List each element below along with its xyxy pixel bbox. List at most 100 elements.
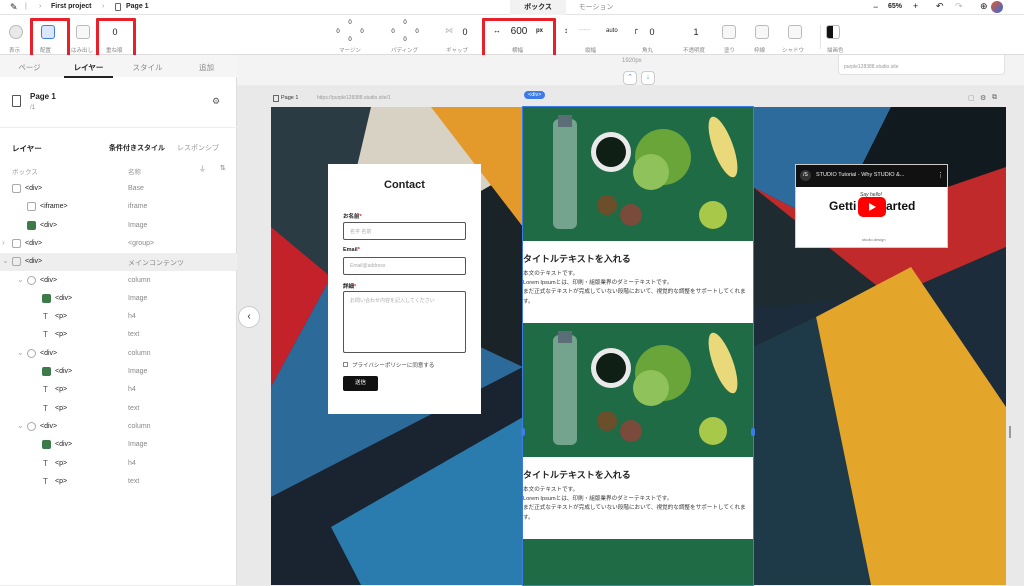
pencil-icon[interactable]: ✎	[10, 2, 18, 13]
layer-tag: <div>	[25, 185, 43, 192]
arrow-down-icon[interactable]: ↓	[641, 71, 655, 85]
margin-right[interactable]: 0	[358, 29, 366, 35]
layer-row[interactable]: T <p> text	[0, 400, 237, 418]
add-icon[interactable]: ⊕	[980, 1, 988, 12]
conditional-style-tab[interactable]: 条件付きスタイル	[109, 143, 165, 153]
responsive-tab[interactable]: レスポンシブ	[177, 143, 219, 153]
height-unit[interactable]: auto	[606, 28, 618, 34]
layer-row[interactable]: ⌄ <div> column	[0, 418, 237, 436]
column-1-text: 本文のテキストです。 Lorem Ipsumとは、印刷・組版業界のダミーテキストで…	[523, 271, 746, 305]
tab-styles[interactable]: スタイル	[118, 62, 177, 73]
zoom-out-button[interactable]: −	[873, 2, 878, 12]
collapse-sidebar-button[interactable]: ‹	[238, 306, 260, 328]
detail-textarea[interactable]: お問い合わせ内容を記入してください	[343, 291, 466, 353]
layer-tag: <div>	[40, 349, 58, 357]
settings-icon[interactable]: ⚙	[212, 96, 220, 107]
chevron-down-icon[interactable]: ⌄	[2, 256, 9, 265]
layer-row[interactable]: T <p> h4	[0, 455, 237, 473]
page-title: Page 1	[30, 92, 56, 101]
avatar[interactable]	[991, 1, 1003, 13]
layer-row[interactable]: ⌄ <div> column	[0, 345, 237, 363]
food-image	[523, 107, 753, 241]
resize-handle-right[interactable]	[751, 428, 755, 436]
tab-motion[interactable]: モーション	[566, 0, 626, 15]
layer-row[interactable]: ⌄ <div> メインコンテンツ	[0, 253, 237, 272]
chevron-down-icon[interactable]: ⌄	[17, 348, 24, 357]
frame-settings-icon[interactable]: ⚙	[980, 94, 986, 102]
chevron-right-icon[interactable]: ›	[2, 238, 5, 247]
youtube-embed[interactable]: /S STUDIO Tutorial - Why STUDIO &... ⋮ S…	[795, 164, 948, 248]
layer-row[interactable]: <div> Image	[0, 436, 237, 454]
margin-top[interactable]: 0	[346, 20, 354, 26]
more-icon[interactable]: ⋮	[937, 171, 944, 179]
tab-box[interactable]: ボックス	[510, 0, 566, 15]
tab-layers[interactable]: レイヤー	[59, 62, 118, 78]
chevron-down-icon[interactable]: ⌄	[17, 275, 24, 284]
padding-left[interactable]: 0	[389, 29, 397, 35]
frame-copy-icon[interactable]: ⧉	[992, 94, 997, 102]
shadow-icon[interactable]	[788, 25, 802, 39]
privacy-checkbox[interactable]	[343, 362, 348, 367]
right-scroll-handle[interactable]	[1009, 426, 1011, 438]
layer-tag: <p>	[55, 404, 68, 412]
resize-handle-left[interactable]	[521, 428, 525, 436]
chevron-down-icon[interactable]: ⌄	[17, 421, 24, 430]
blend-icon[interactable]	[826, 25, 840, 39]
opacity-value[interactable]: 1	[691, 27, 701, 37]
layer-row[interactable]: ⌄ <div> column	[0, 272, 237, 290]
overflow-icon[interactable]	[76, 25, 90, 39]
text-icon: T	[43, 330, 48, 340]
corner-value[interactable]: 0	[647, 27, 657, 37]
zoom-level[interactable]: 65%	[888, 3, 902, 10]
layer-row[interactable]: T <p> h4	[0, 308, 237, 326]
gap-value[interactable]: 0	[460, 27, 470, 37]
tab-add[interactable]: 追加	[177, 62, 236, 73]
site-url[interactable]: purple128388.studio.site	[844, 64, 899, 70]
left-sidebar: ページ レイヤー スタイル 追加 Page 1 /1 ⚙ レイヤー 条件付きスタ…	[0, 55, 237, 585]
zoom-in-button[interactable]: +	[913, 1, 918, 11]
eye-icon[interactable]	[9, 25, 23, 39]
email-input[interactable]: Email@address	[343, 257, 466, 275]
layer-row[interactable]: <div> Image	[0, 217, 237, 235]
page-icon	[12, 95, 21, 107]
padding-bottom[interactable]: 0	[401, 37, 409, 43]
layer-row[interactable]: T <p> text	[0, 326, 237, 344]
play-button[interactable]	[858, 197, 886, 217]
frame-icon[interactable]: ▢	[968, 94, 975, 102]
layer-row[interactable]: T <p> text	[0, 473, 237, 491]
margin-bottom[interactable]: 0	[346, 37, 354, 43]
margin-label: マージン	[339, 48, 361, 54]
padding-right[interactable]: 0	[413, 29, 421, 35]
layer-tag: <div>	[40, 422, 58, 430]
layer-row[interactable]: › <div> <group>	[0, 235, 237, 253]
image-icon	[42, 293, 51, 303]
breadcrumb-project[interactable]: First project	[51, 3, 91, 10]
sort-icon[interactable]: ⇅	[220, 164, 226, 172]
layer-row[interactable]: <div> Base	[0, 180, 237, 198]
chevron-up-icon[interactable]: ⌃	[623, 71, 637, 85]
margin-left[interactable]: 0	[334, 29, 342, 35]
breadcrumb-page[interactable]: Page 1	[126, 3, 149, 10]
layer-row[interactable]: T <p> h4	[0, 381, 237, 399]
layer-row[interactable]: <iframe> iframe	[0, 198, 237, 216]
fill-swatch[interactable]	[722, 25, 736, 39]
padding-top[interactable]: 0	[401, 20, 409, 26]
tab-pages[interactable]: ページ	[0, 62, 59, 73]
layer-row[interactable]: <div> Image	[0, 290, 237, 308]
blend-label: 描画色	[827, 48, 844, 54]
frame-page-label: Page 1	[281, 95, 299, 101]
text-icon: T	[43, 312, 48, 322]
undo-icon[interactable]: ↶	[936, 1, 944, 12]
layer-label: text	[128, 331, 140, 339]
height-value[interactable]: -----	[579, 27, 591, 34]
page-icon	[115, 3, 121, 11]
submit-button[interactable]: 送信	[343, 376, 378, 391]
name-input[interactable]: 名字 名前	[343, 222, 466, 240]
main-content-column[interactable]: タイトルテキストを入れる 本文のテキストです。 Lorem Ipsumとは、印刷・…	[522, 106, 754, 586]
play-icon	[869, 203, 876, 211]
layer-tag: <p>	[55, 386, 68, 394]
filter-icon[interactable]: ⏚	[199, 164, 206, 174]
redo-icon[interactable]: ↷	[955, 1, 963, 12]
border-icon[interactable]	[755, 25, 769, 39]
layer-row[interactable]: <div> Image	[0, 363, 237, 381]
